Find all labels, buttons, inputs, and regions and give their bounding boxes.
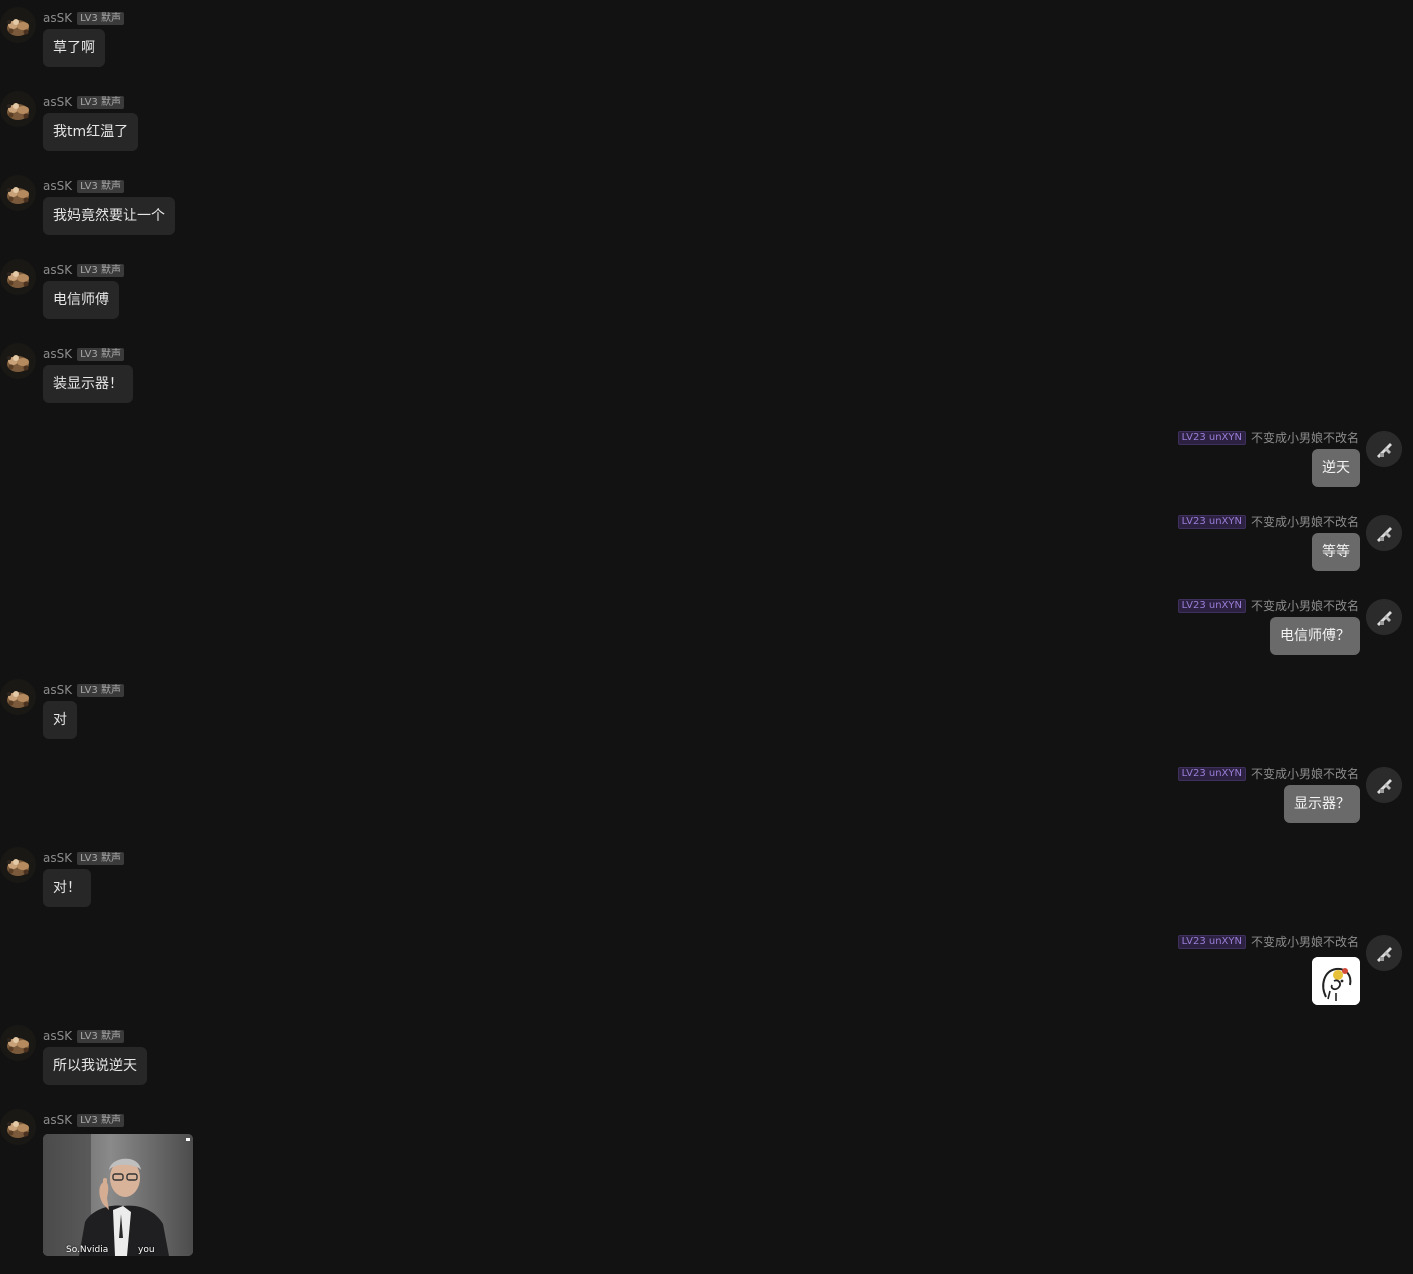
chat-message: asSK LV3 默声电信师傅: [0, 252, 1413, 328]
user-avatar-asSK[interactable]: [0, 343, 36, 379]
sender-name[interactable]: asSK: [43, 346, 72, 362]
chat-message-list[interactable]: asSK LV3 默声 草了啊 asSK LV3 默声 我tm红温了 asSK LV3 默…: [0, 0, 1413, 1274]
user-avatar-asSK[interactable]: [0, 679, 36, 715]
level-badge: LV23 unXYN: [1177, 599, 1246, 613]
sender-name[interactable]: asSK: [43, 262, 72, 278]
message-header: asSK LV3 默声: [43, 1028, 124, 1044]
sender-name[interactable]: asSK: [43, 178, 72, 194]
level-badge: LV3 默声: [77, 11, 124, 25]
message-bubble[interactable]: 电信师傅: [43, 281, 119, 319]
level-badge: LV3 默声: [77, 263, 124, 277]
message-bubble[interactable]: 等等: [1312, 533, 1360, 571]
level-badge: LV23 unXYN: [1177, 935, 1246, 949]
chat-message: LV23 unXYN 不变成小男娘不改名电信师傅？: [0, 588, 1413, 664]
user-avatar-self[interactable]: [1366, 599, 1402, 635]
message-header: asSK LV3 默声: [43, 262, 124, 278]
sender-name[interactable]: 不变成小男娘不改名: [1251, 598, 1359, 614]
message-bubble[interactable]: 电信师傅？: [1270, 617, 1360, 655]
level-badge: LV3 默声: [77, 1029, 124, 1043]
sender-name[interactable]: asSK: [43, 94, 72, 110]
level-badge: LV3 默声: [77, 851, 124, 865]
user-avatar-asSK[interactable]: [0, 847, 36, 883]
user-avatar-asSK[interactable]: [0, 259, 36, 295]
chat-message: asSK LV3 默声对！: [0, 840, 1413, 916]
chat-message: LV23 unXYN 不变成小男娘不改名: [0, 924, 1413, 1005]
user-avatar-self[interactable]: [1366, 935, 1402, 971]
user-avatar-self[interactable]: [1366, 515, 1402, 551]
message-bubble[interactable]: 所以我说逆天: [43, 1047, 147, 1085]
image-caption-right: you: [138, 1245, 155, 1255]
level-badge: LV3 默声: [77, 179, 124, 193]
sender-name[interactable]: asSK: [43, 850, 72, 866]
level-badge: LV3 默声: [77, 683, 124, 697]
message-bubble[interactable]: 草了啊: [43, 29, 105, 67]
message-header: asSK LV3 默声: [43, 850, 124, 866]
level-badge: LV23 unXYN: [1177, 767, 1246, 781]
chat-message: LV23 unXYN 不变成小男娘不改名等等: [0, 504, 1413, 580]
user-avatar-asSK[interactable]: [0, 91, 36, 127]
message-header: asSK LV3 默声: [43, 682, 124, 698]
message-header: LV23 unXYN 不变成小男娘不改名: [1177, 514, 1359, 530]
chat-message: asSK LV3 默声我妈竟然要让一个: [0, 168, 1413, 244]
chat-message: LV23 unXYN 不变成小男娘不改名逆天: [0, 420, 1413, 496]
user-avatar-asSK[interactable]: [0, 1109, 36, 1145]
chat-message: asSK LV3 默声所以我说逆天: [0, 1018, 1413, 1094]
user-avatar-self[interactable]: [1366, 431, 1402, 467]
level-badge: LV23 unXYN: [1177, 431, 1246, 445]
message-bubble[interactable]: 逆天: [1312, 449, 1360, 487]
message-bubble[interactable]: 对: [43, 701, 77, 739]
level-badge: LV3 默声: [77, 95, 124, 109]
chat-message: asSK LV3 默声装显示器！: [0, 336, 1413, 412]
sender-name[interactable]: asSK: [43, 10, 72, 26]
message-header: asSK LV3 默声: [43, 178, 124, 194]
message-bubble[interactable]: 我妈竟然要让一个: [43, 197, 175, 235]
message-header: asSK LV3 默声: [43, 10, 124, 26]
chat-message: asSK LV3 默声我tm红温了: [0, 84, 1413, 160]
chat-message: LV23 unXYN 不变成小男娘不改名显示器？: [0, 756, 1413, 832]
message-bubble[interactable]: 装显示器！: [43, 365, 133, 403]
chat-message: asSK LV3 默声 So.Nvidia you: [0, 1102, 1413, 1262]
man-gesturing-photo[interactable]: So.Nvidia you: [43, 1134, 193, 1256]
message-header: asSK LV3 默声: [43, 1112, 124, 1128]
message-bubble[interactable]: 我tm红温了: [43, 113, 139, 151]
sender-name[interactable]: 不变成小男娘不改名: [1251, 514, 1359, 530]
message-bubble[interactable]: 对！: [43, 869, 91, 907]
message-header: asSK LV3 默声: [43, 346, 124, 362]
level-badge: LV3 默声: [77, 1113, 124, 1127]
message-header: LV23 unXYN 不变成小男娘不改名: [1177, 430, 1359, 446]
message-header: LV23 unXYN 不变成小男娘不改名: [1177, 934, 1359, 950]
user-avatar-asSK[interactable]: [0, 1025, 36, 1061]
image-caption-left: So.Nvidia: [66, 1245, 109, 1255]
message-header: asSK LV3 默声: [43, 94, 124, 110]
chat-message: asSK LV3 默声草了啊: [0, 0, 1413, 76]
message-bubble[interactable]: 显示器？: [1284, 785, 1360, 823]
meme-face-sticker[interactable]: [1312, 957, 1360, 1005]
user-avatar-asSK[interactable]: [0, 175, 36, 211]
level-badge: LV3 默声: [77, 347, 124, 361]
sender-name[interactable]: 不变成小男娘不改名: [1251, 934, 1359, 950]
message-header: LV23 unXYN 不变成小男娘不改名: [1177, 766, 1359, 782]
level-badge: LV23 unXYN: [1177, 515, 1246, 529]
sender-name[interactable]: asSK: [43, 1112, 72, 1128]
user-avatar-asSK[interactable]: [0, 7, 36, 43]
sender-name[interactable]: 不变成小男娘不改名: [1251, 430, 1359, 446]
sender-name[interactable]: asSK: [43, 1028, 72, 1044]
message-header: LV23 unXYN 不变成小男娘不改名: [1177, 598, 1359, 614]
chat-message: asSK LV3 默声对: [0, 672, 1413, 748]
sender-name[interactable]: 不变成小男娘不改名: [1251, 766, 1359, 782]
sender-name[interactable]: asSK: [43, 682, 72, 698]
user-avatar-self[interactable]: [1366, 767, 1402, 803]
